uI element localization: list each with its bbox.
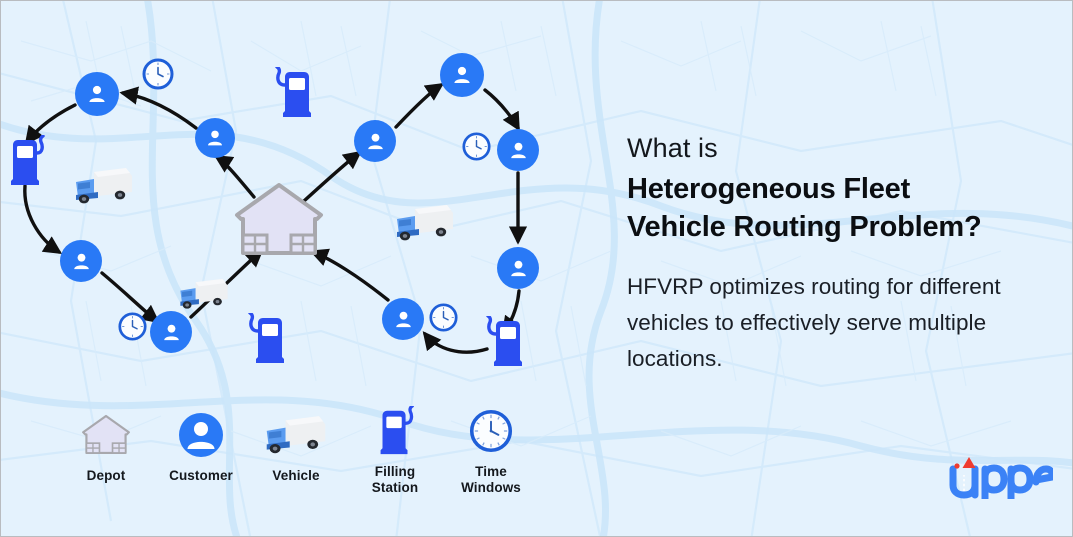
legend-item-customer: Customer <box>155 409 247 484</box>
title-line-2: Vehicle Routing Problem? <box>627 211 982 244</box>
customer-icon <box>155 409 247 461</box>
person-icon <box>510 260 526 276</box>
filling-station-icon <box>351 405 439 457</box>
legend: Depot Customer Vehicle Filling Station T… <box>63 406 533 509</box>
depot-icon <box>233 181 325 264</box>
legend-label: Depot <box>86 468 126 483</box>
customer-node[interactable] <box>382 298 424 340</box>
logo-wordmark <box>949 457 1056 503</box>
description-text: HFVRP optimizes routing for different ve… <box>627 273 1001 372</box>
time-windows-icon <box>429 303 458 337</box>
time-windows-icon <box>118 312 147 346</box>
filling-station-icon[interactable] <box>3 134 45 192</box>
legend-item-filling-station: Filling Station <box>351 405 439 495</box>
person-icon <box>454 66 470 83</box>
title-line-1: Heterogeneous Fleet <box>627 173 911 206</box>
filling-station-icon[interactable] <box>480 314 522 373</box>
time-windows-icon <box>445 405 537 457</box>
person-icon <box>395 311 411 327</box>
vehicle-icon <box>72 164 136 213</box>
legend-label: Vehicle <box>272 468 320 483</box>
legend-item-time-windows: Time Windows <box>445 405 537 495</box>
person-icon <box>163 324 179 340</box>
legend-item-depot: Depot <box>63 409 149 484</box>
customer-node[interactable] <box>440 53 484 97</box>
person-icon <box>367 133 383 149</box>
person-icon <box>89 85 105 102</box>
eyebrow-text: What is <box>627 133 718 163</box>
customer-node[interactable] <box>75 72 119 116</box>
legend-label: Time Windows <box>461 464 521 495</box>
time-windows-icon <box>142 58 174 95</box>
time-windows-icon <box>462 132 491 166</box>
customer-node[interactable] <box>354 120 396 162</box>
customer-node[interactable] <box>195 118 235 158</box>
route-c2-to-c1 <box>119 86 198 130</box>
legend-label: Customer <box>169 468 233 483</box>
filling-station-icon[interactable] <box>242 311 284 370</box>
vehicle-icon <box>253 409 339 461</box>
person-icon <box>73 253 89 269</box>
person-icon <box>208 130 222 146</box>
filling-station-icon[interactable] <box>269 65 311 124</box>
headline-block: What is Heterogeneous Fleet Vehicle Rout… <box>627 133 1057 378</box>
vehicle-icon <box>393 201 457 250</box>
vehicle-icon <box>177 275 231 318</box>
legend-item-vehicle: Vehicle <box>253 409 339 484</box>
route-c5-to-c6 <box>394 82 445 129</box>
infographic-canvas: What is Heterogeneous Fleet Vehicle Rout… <box>0 0 1073 537</box>
route-fs-left-to-c3 <box>23 184 63 255</box>
customer-node[interactable] <box>497 247 539 289</box>
legend-label: Filling Station <box>371 464 419 495</box>
brand-logo[interactable] <box>947 453 1056 504</box>
person-icon <box>510 142 526 158</box>
route-c6-to-c7 <box>483 88 520 132</box>
customer-node[interactable] <box>497 129 539 171</box>
customer-node[interactable] <box>60 240 102 282</box>
depot-icon <box>63 409 149 461</box>
